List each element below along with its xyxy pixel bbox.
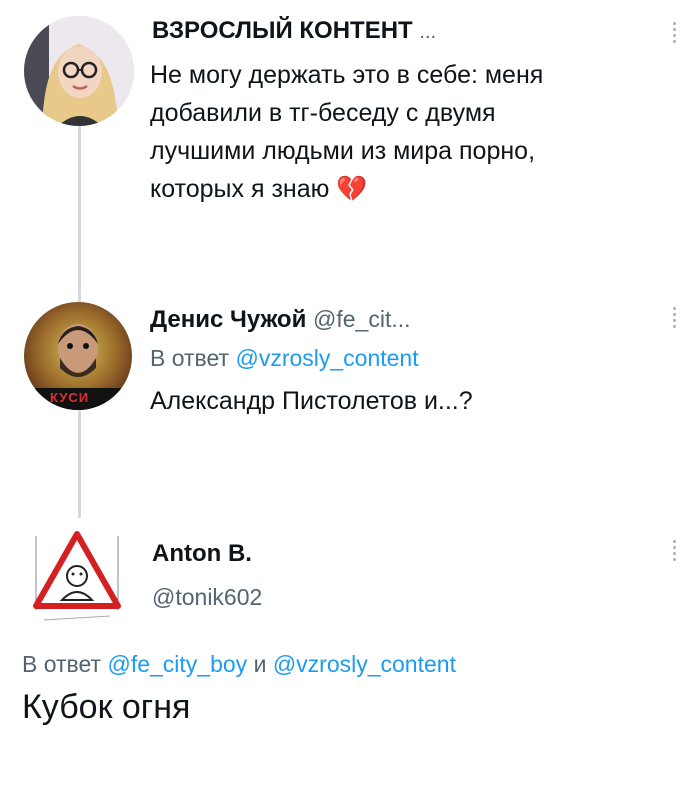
- author-handle[interactable]: @fe_cit...: [313, 306, 411, 332]
- author-row: ВЗРОСЛЫЙ КОНТЕНТ ...: [152, 17, 436, 45]
- author-name[interactable]: Anton B.: [152, 540, 252, 568]
- broken-heart-icon: 💔: [336, 175, 368, 203]
- tweet-text: Александр Пистолетов и...?: [150, 387, 473, 415]
- avatar-image: [24, 16, 134, 126]
- author-name[interactable]: Денис Чужой: [150, 306, 306, 333]
- author-name[interactable]: ВЗРОСЛЫЙ КОНТЕНТ: [152, 17, 413, 44]
- tweet-line: добавили в тг-беседу с двумя: [150, 99, 496, 127]
- avatar-badge: КУСИ: [50, 390, 90, 405]
- reply-to: В ответ @fe_city_boy и @vzrosly_content: [22, 651, 456, 677]
- thread-line: [78, 410, 81, 518]
- avatar[interactable]: [26, 524, 128, 626]
- avatar[interactable]: КУСИ: [24, 302, 132, 410]
- more-options-icon[interactable]: [672, 540, 678, 564]
- author-truncation: ...: [419, 21, 437, 43]
- thread-line: [78, 122, 81, 302]
- author-handle[interactable]: @tonik602: [152, 584, 262, 611]
- author-row: Денис Чужой @fe_cit...: [150, 306, 411, 334]
- tweet-text: Не могу держать это в себе: меня добавил…: [150, 56, 543, 208]
- reply-handle-link[interactable]: @fe_city_boy: [107, 651, 247, 677]
- tweet-text: Кубок огня: [22, 688, 191, 726]
- reply-handle-link[interactable]: @vzrosly_content: [273, 651, 456, 677]
- tweet-line: которых я знаю 💔: [150, 175, 368, 203]
- warning-sign-avatar: [33, 531, 121, 621]
- more-options-icon[interactable]: [672, 307, 678, 331]
- reply-handle-link[interactable]: @vzrosly_content: [235, 345, 418, 371]
- tweet-line: Не могу держать это в себе: меня: [150, 61, 544, 89]
- more-options-icon[interactable]: [672, 22, 678, 46]
- avatar[interactable]: [24, 16, 134, 126]
- reply-to: В ответ @vzrosly_content: [150, 345, 419, 371]
- tweet-line: лучшими людьми из мира порно,: [150, 137, 536, 165]
